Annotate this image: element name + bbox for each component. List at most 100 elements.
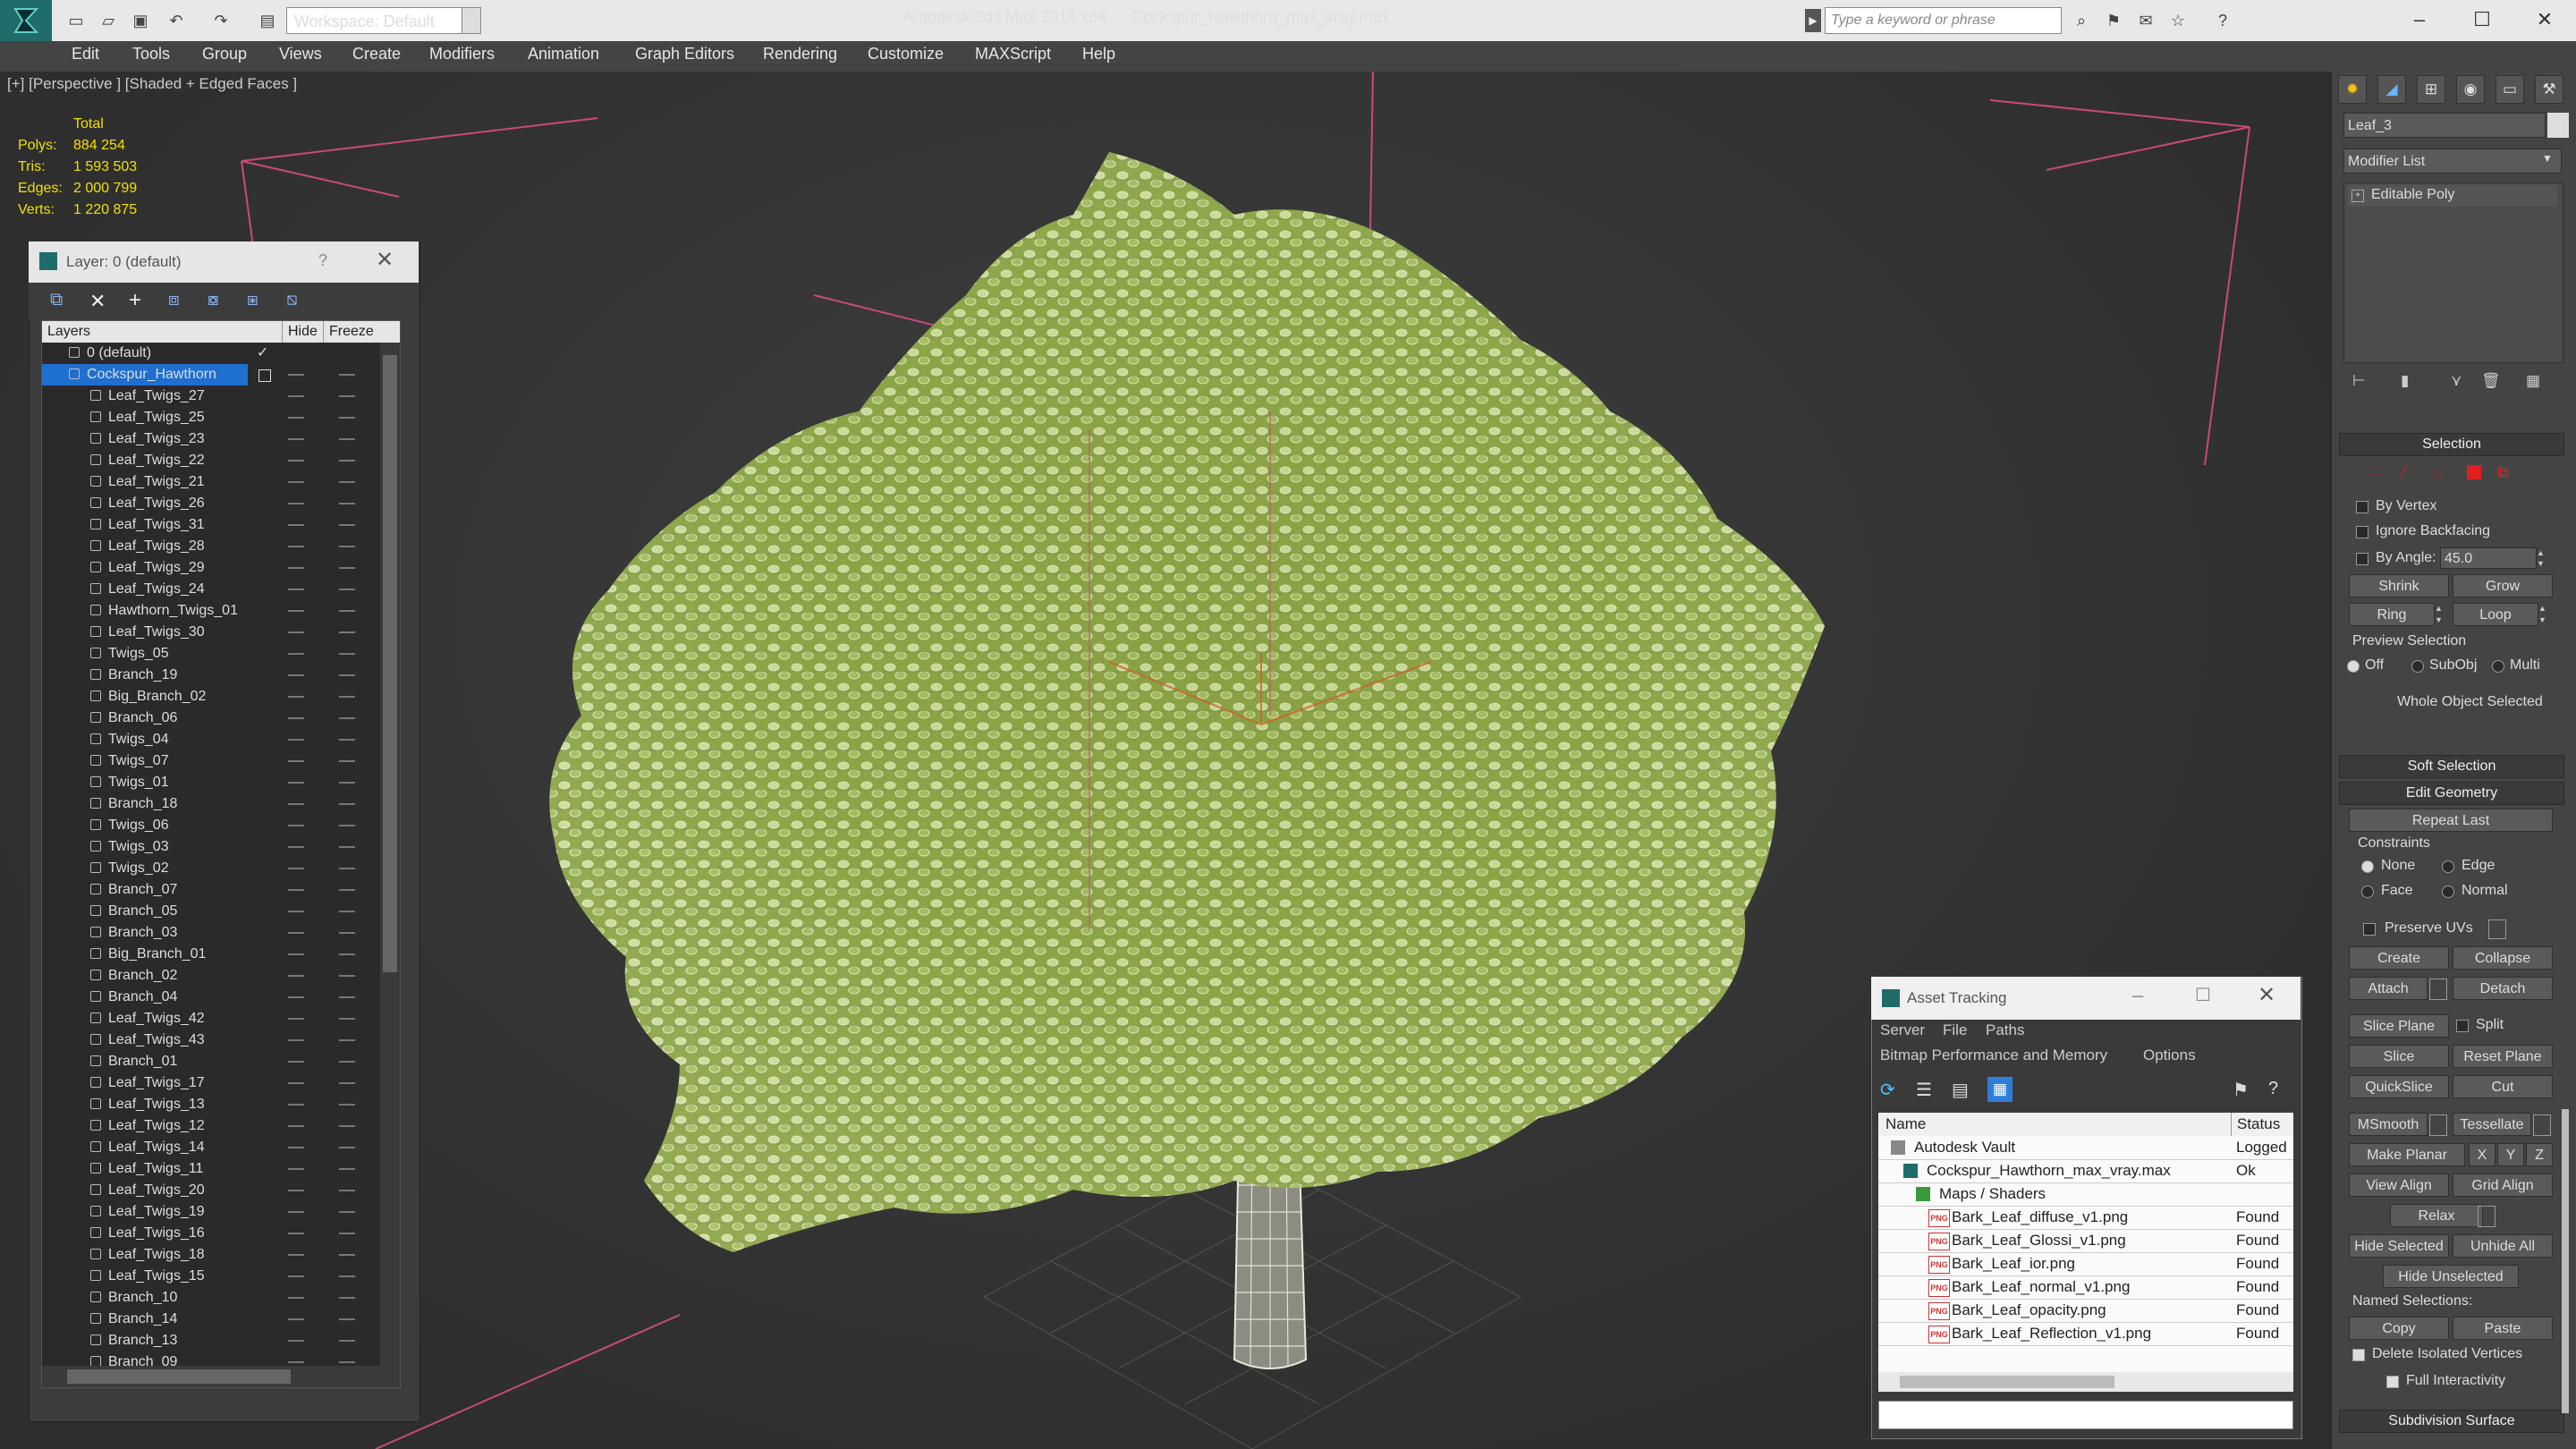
freeze-toggle[interactable] bbox=[339, 610, 355, 612]
view-align-button[interactable]: View Align bbox=[2349, 1174, 2449, 1197]
layer-row[interactable]: Branch_07 bbox=[42, 879, 382, 901]
layer-row[interactable]: Twigs_07 bbox=[42, 750, 382, 772]
layer-row[interactable]: Leaf_Twigs_28 bbox=[42, 536, 382, 557]
preview-off-radio[interactable] bbox=[2347, 660, 2360, 673]
hide-toggle[interactable] bbox=[288, 481, 304, 483]
hide-toggle[interactable] bbox=[288, 653, 304, 655]
freeze-toggle[interactable] bbox=[339, 846, 355, 848]
hscroll-thumb[interactable] bbox=[1900, 1376, 2114, 1388]
layer-row[interactable]: Leaf_Twigs_26 bbox=[42, 493, 382, 514]
hide-toggle[interactable] bbox=[288, 589, 304, 590]
attach-button[interactable]: Attach bbox=[2349, 977, 2428, 1000]
constraint-none-radio[interactable] bbox=[2361, 860, 2374, 873]
hide-toggle[interactable] bbox=[288, 911, 304, 912]
polygon-mode-icon[interactable] bbox=[2467, 465, 2481, 479]
minimize-button[interactable]: – bbox=[2393, 4, 2446, 36]
show-end-result-icon[interactable]: ▮ bbox=[2401, 372, 2420, 394]
layer-row[interactable]: Big_Branch_02 bbox=[42, 686, 382, 708]
asset-table[interactable]: Autodesk Vault Logged Cockspur_Hawthorn_ma… bbox=[1878, 1136, 2293, 1372]
col-status[interactable]: Status bbox=[2231, 1113, 2280, 1136]
close-window-button[interactable]: ✕ bbox=[2518, 4, 2572, 36]
close-icon[interactable]: ✕ bbox=[376, 247, 394, 273]
hide-toggle[interactable] bbox=[288, 417, 304, 419]
hscroll-thumb[interactable] bbox=[67, 1369, 291, 1384]
search-input[interactable]: Type a keyword or phrase bbox=[1825, 7, 2062, 34]
detach-button[interactable]: Detach bbox=[2453, 977, 2553, 1000]
make-planar-button[interactable]: Make Planar bbox=[2349, 1143, 2465, 1166]
hide-toggle[interactable] bbox=[288, 846, 304, 848]
freeze-toggle[interactable] bbox=[339, 1190, 355, 1191]
hide-toggle[interactable] bbox=[288, 546, 304, 547]
hide-toggle[interactable] bbox=[288, 1297, 304, 1299]
layer-manage-icon[interactable]: ⧉ bbox=[50, 290, 63, 310]
freeze-toggle[interactable] bbox=[339, 1361, 355, 1363]
help-icon[interactable]: ? bbox=[318, 251, 327, 270]
layer-row[interactable]: Leaf_Twigs_12 bbox=[42, 1115, 382, 1137]
hide-toggle[interactable] bbox=[288, 1147, 304, 1148]
layer-row-selected[interactable]: Cockspur_Hawthorn bbox=[42, 364, 355, 386]
set-current-box-icon[interactable] bbox=[258, 369, 271, 382]
freeze-toggle[interactable] bbox=[339, 1233, 355, 1234]
freeze-toggle[interactable] bbox=[339, 696, 355, 698]
collapse-button[interactable]: Collapse bbox=[2453, 946, 2553, 970]
freeze-toggle[interactable] bbox=[339, 631, 355, 633]
freeze-toggle[interactable] bbox=[339, 567, 355, 569]
loop-spinner-icon[interactable]: ▲ ▼ bbox=[2538, 603, 2551, 626]
vertex-mode-icon[interactable]: ∴ bbox=[2372, 463, 2382, 482]
split-checkbox[interactable] bbox=[2456, 1020, 2469, 1032]
freeze-toggle[interactable] bbox=[339, 1018, 355, 1020]
layer-row[interactable]: Leaf_Twigs_24 bbox=[42, 579, 382, 600]
binoculars-icon[interactable]: ⌕ bbox=[2070, 9, 2093, 32]
layer-row[interactable]: Leaf_Twigs_31 bbox=[42, 514, 382, 536]
layer-row[interactable]: Leaf_Twigs_16 bbox=[42, 1223, 382, 1244]
remove-modifier-icon[interactable]: 🗑 bbox=[2481, 372, 2501, 394]
hide-toggle[interactable] bbox=[288, 717, 304, 719]
asset-menu-options[interactable]: Options bbox=[2143, 1046, 2196, 1064]
help-vault-icon[interactable]: ⚑ bbox=[2233, 1079, 2249, 1101]
asset-row[interactable]: PNG Bark_Leaf_ior.png Found bbox=[1878, 1252, 2293, 1276]
loop-button[interactable]: Loop bbox=[2453, 603, 2538, 626]
chevron-down-icon[interactable]: ▼ bbox=[462, 7, 481, 34]
object-color-swatch[interactable] bbox=[2547, 113, 2569, 138]
create-button[interactable]: Create bbox=[2349, 946, 2449, 970]
scroll-thumb[interactable] bbox=[383, 355, 397, 972]
freeze-all-icon[interactable]: ⧅ bbox=[286, 290, 298, 310]
layer-row[interactable]: Twigs_06 bbox=[42, 815, 382, 836]
ignore-backfacing-checkbox[interactable] bbox=[2356, 526, 2368, 538]
element-mode-icon[interactable]: ⧉ bbox=[2497, 463, 2509, 482]
asset-row[interactable]: PNG Bark_Leaf_normal_v1.png Found bbox=[1878, 1275, 2293, 1300]
make-unique-icon[interactable]: ⋎ bbox=[2451, 372, 2470, 394]
asset-menu-server[interactable]: Server bbox=[1880, 1021, 1925, 1039]
layer-row[interactable]: Leaf_Twigs_17 bbox=[42, 1072, 382, 1094]
asset-row[interactable]: PNG Bark_Leaf_Reflection_v1.png Found bbox=[1878, 1322, 2293, 1346]
col-freeze[interactable]: Freeze bbox=[323, 321, 374, 343]
configure-sets-icon[interactable]: ▦ bbox=[2526, 372, 2546, 394]
freeze-toggle[interactable] bbox=[339, 868, 355, 869]
spinner-arrows-icon[interactable]: ▲ ▼ bbox=[2537, 547, 2549, 569]
favorites-star-icon[interactable]: ☆ bbox=[2166, 9, 2190, 32]
layer-row[interactable]: Leaf_Twigs_18 bbox=[42, 1244, 382, 1266]
freeze-toggle[interactable] bbox=[339, 1275, 355, 1277]
asset-row[interactable]: Autodesk Vault Logged bbox=[1878, 1136, 2293, 1160]
col-hide[interactable]: Hide bbox=[282, 321, 318, 343]
freeze-toggle[interactable] bbox=[339, 481, 355, 483]
layer-row[interactable]: Branch_10 bbox=[42, 1287, 382, 1309]
hide-toggle[interactable] bbox=[288, 996, 304, 998]
hide-toggle[interactable] bbox=[288, 503, 304, 504]
freeze-toggle[interactable] bbox=[339, 953, 355, 955]
layer-row[interactable]: Branch_06 bbox=[42, 708, 382, 729]
layer-panel-titlebar[interactable]: Layer: 0 (default) ? ✕ bbox=[29, 242, 419, 283]
asset-row[interactable]: Cockspur_Hawthorn_max_vray.max Ok bbox=[1878, 1159, 2293, 1183]
modifier-list-dropdown[interactable]: Modifier List bbox=[2343, 148, 2562, 174]
open-file-icon[interactable]: ▱ bbox=[97, 9, 120, 32]
freeze-toggle[interactable] bbox=[339, 1125, 355, 1127]
freeze-toggle[interactable] bbox=[339, 1061, 355, 1063]
freeze-toggle[interactable] bbox=[339, 825, 355, 826]
layer-row[interactable]: Leaf_Twigs_42 bbox=[42, 1008, 382, 1030]
hide-toggle[interactable] bbox=[288, 1361, 304, 1363]
hide-toggle[interactable] bbox=[288, 803, 304, 805]
ring-spinner-icon[interactable]: ▲ ▼ bbox=[2435, 603, 2447, 626]
freeze-toggle[interactable] bbox=[339, 717, 355, 719]
menu-graph-editors[interactable]: Graph Editors bbox=[635, 45, 734, 64]
layer-row[interactable]: Branch_01 bbox=[42, 1051, 382, 1072]
